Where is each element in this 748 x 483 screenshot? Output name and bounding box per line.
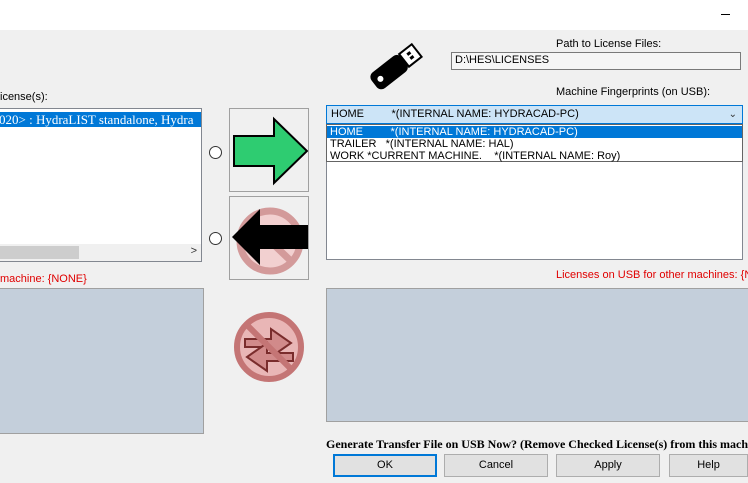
license-list[interactable]: 020> : HydraLIST standalone, Hydra > — [0, 108, 202, 262]
licenses-label: icense(s): — [0, 91, 48, 103]
minimize-icon[interactable] — [718, 6, 732, 20]
machine-license-panel — [0, 288, 204, 434]
selected-fingerprint: HOME *(INTERNAL NAME: HYDRACAD-PC) — [331, 108, 579, 120]
scroll-right-icon[interactable]: > — [191, 245, 197, 257]
path-label: Path to License Files: — [556, 38, 662, 50]
transfer-to-usb-button[interactable] — [229, 108, 309, 192]
machine-licenses-label: machine: {NONE} — [0, 273, 87, 285]
cancel-button[interactable]: Cancel — [444, 454, 548, 477]
help-button[interactable]: Help — [669, 454, 748, 477]
right-arrow-icon — [233, 116, 309, 186]
radio-transfer-to-usb[interactable] — [209, 146, 222, 159]
transfer-from-usb-button[interactable] — [229, 196, 309, 280]
usb-other-licenses-panel — [326, 288, 748, 422]
left-arrow-disabled-icon — [232, 207, 308, 275]
fingerprint-option-trailer[interactable]: TRAILER *(INTERNAL NAME: HAL) — [327, 138, 742, 150]
swap-disabled-icon[interactable] — [233, 311, 305, 383]
fingerprint-option-home[interactable]: HOME *(INTERNAL NAME: HYDRACAD-PC) — [327, 126, 742, 138]
horizontal-scrollbar[interactable]: > — [0, 244, 201, 261]
usb-drive-icon — [370, 42, 424, 90]
apply-button[interactable]: Apply — [556, 454, 660, 477]
title-bar — [0, 0, 748, 30]
scrollbar-thumb[interactable] — [0, 246, 79, 259]
chevron-down-icon[interactable]: ⌄ — [729, 106, 737, 123]
license-path-field[interactable]: D:\HES\LICENSES — [451, 52, 741, 70]
ok-button[interactable]: OK — [333, 454, 437, 477]
fingerprint-dropdown-list[interactable]: HOME *(INTERNAL NAME: HYDRACAD-PC) TRAIL… — [326, 124, 743, 162]
radio-transfer-from-usb[interactable] — [209, 232, 222, 245]
fingerprint-option-work[interactable]: WORK *CURRENT MACHINE. *(INTERNAL NAME: … — [327, 150, 742, 162]
machine-fingerprint-select[interactable]: HOME *(INTERNAL NAME: HYDRACAD-PC) ⌄ — [326, 105, 743, 124]
usb-other-machines-label: Licenses on USB for other machines: {NO — [556, 269, 748, 281]
usb-license-list[interactable] — [326, 162, 743, 260]
fingerprints-label: Machine Fingerprints (on USB): — [556, 86, 711, 98]
license-list-item[interactable]: 020> : HydraLIST standalone, Hydra — [0, 112, 201, 127]
generate-transfer-label: Generate Transfer File on USB Now? (Remo… — [326, 437, 748, 451]
